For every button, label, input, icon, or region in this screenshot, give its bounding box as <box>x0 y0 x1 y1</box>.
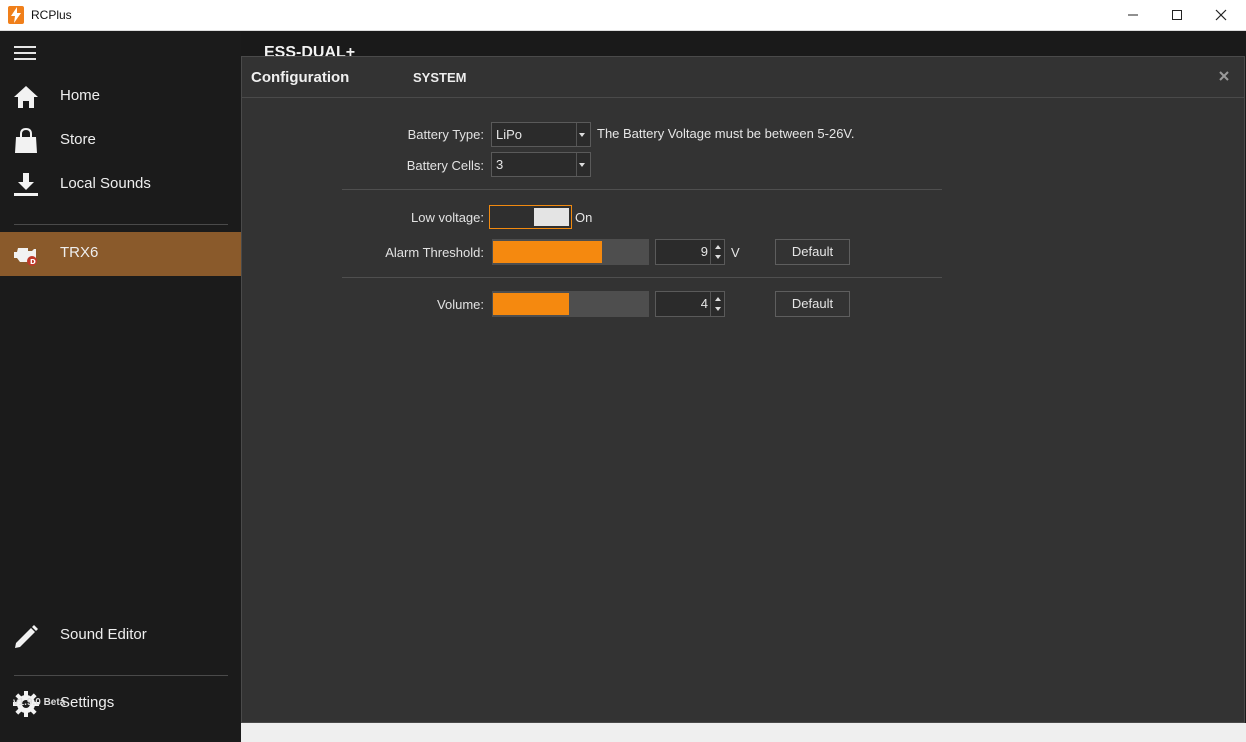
volume-stepper[interactable]: 4 <box>655 291 725 317</box>
sidebar-item-home[interactable]: Home <box>0 75 241 119</box>
sidebar-item-local-sounds[interactable]: Local Sounds <box>0 163 241 207</box>
alarm-threshold-stepper[interactable]: 9 <box>655 239 725 265</box>
volume-default-button[interactable]: Default <box>775 291 850 317</box>
volume-value: 4 <box>700 296 708 311</box>
close-icon <box>1215 9 1227 21</box>
maximize-button[interactable] <box>1154 0 1200 31</box>
close-window-button[interactable] <box>1198 0 1244 31</box>
sidebar-item-label: Local Sounds <box>60 175 151 192</box>
sidebar-item-store[interactable]: Store <box>0 119 241 163</box>
battery-cells-label: Battery Cells: <box>406 158 484 173</box>
svg-text:D: D <box>30 258 36 266</box>
sidebar-item-label: Settings <box>60 694 115 711</box>
alarm-threshold-label: Alarm Threshold: <box>385 245 484 260</box>
alarm-threshold-unit: V <box>731 245 740 260</box>
close-icon[interactable] <box>1217 69 1231 83</box>
alarm-threshold-value: 9 <box>700 244 708 259</box>
volume-slider-fill <box>493 293 569 315</box>
low-voltage-state: On <box>575 210 593 225</box>
battery-cells-select[interactable]: 3 <box>491 152 591 177</box>
maximize-icon <box>1172 10 1182 20</box>
lightning-icon <box>8 6 24 24</box>
sidebar-divider <box>14 675 228 676</box>
sidebar-item-label: Sound Editor <box>60 626 147 643</box>
sidebar-item-trx6[interactable]: D TRX6 <box>0 232 241 276</box>
minimize-button[interactable] <box>1110 0 1156 31</box>
volume-label: Volume: <box>437 297 484 312</box>
configuration-dialog: Configuration SYSTEM Battery Type: LiPo … <box>241 56 1245 723</box>
engine-icon: D <box>14 248 37 266</box>
title-bar: RCPlus <box>0 0 1246 31</box>
battery-type-select[interactable]: LiPo <box>491 122 591 147</box>
battery-voltage-note: The Battery Voltage must be between 5-26… <box>597 126 855 141</box>
chevron-up-icon[interactable] <box>715 245 721 249</box>
sidebar-item-label: TRX6 <box>60 244 99 261</box>
pencil-icon <box>15 625 38 648</box>
toggle-knob <box>534 208 569 226</box>
sidebar-item-label: Store <box>60 131 96 148</box>
download-icon <box>14 173 38 196</box>
low-voltage-label: Low voltage: <box>411 210 484 225</box>
alarm-threshold-slider[interactable] <box>492 239 649 265</box>
battery-type-label: Battery Type: <box>407 127 484 142</box>
page-title: ESS-DUAL+ <box>264 44 356 56</box>
chevron-down-icon[interactable] <box>715 307 721 311</box>
tab-system[interactable]: SYSTEM <box>413 70 466 85</box>
window-title: RCPlus <box>31 8 72 22</box>
volume-slider[interactable] <box>492 291 649 317</box>
shopping-bag-icon <box>15 127 37 153</box>
version-label: v1.9.0 Beta <box>13 697 66 708</box>
low-voltage-toggle[interactable] <box>489 205 572 229</box>
sidebar-item-sound-editor[interactable]: Sound Editor <box>0 614 241 658</box>
sidebar: Home Store Local Sounds D TRX6 Sound Edi… <box>0 31 241 742</box>
alarm-threshold-slider-fill <box>493 241 602 263</box>
hamburger-icon[interactable] <box>14 46 36 62</box>
chevron-down-icon <box>579 133 585 137</box>
sidebar-item-label: Home <box>60 87 101 104</box>
sidebar-divider <box>14 224 228 225</box>
battery-cells-value: 3 <box>496 157 504 172</box>
dialog-header-divider <box>242 97 1244 98</box>
dialog-title: Configuration <box>251 69 350 86</box>
chevron-down-icon <box>579 163 585 167</box>
section-divider <box>342 277 942 278</box>
chevron-down-icon[interactable] <box>715 255 721 259</box>
minimize-icon <box>1128 14 1138 16</box>
alarm-threshold-default-button[interactable]: Default <box>775 239 850 265</box>
battery-type-value: LiPo <box>496 127 523 142</box>
section-divider <box>342 189 942 190</box>
status-strip <box>241 723 1246 742</box>
chevron-up-icon[interactable] <box>715 297 721 301</box>
home-icon <box>14 86 38 108</box>
